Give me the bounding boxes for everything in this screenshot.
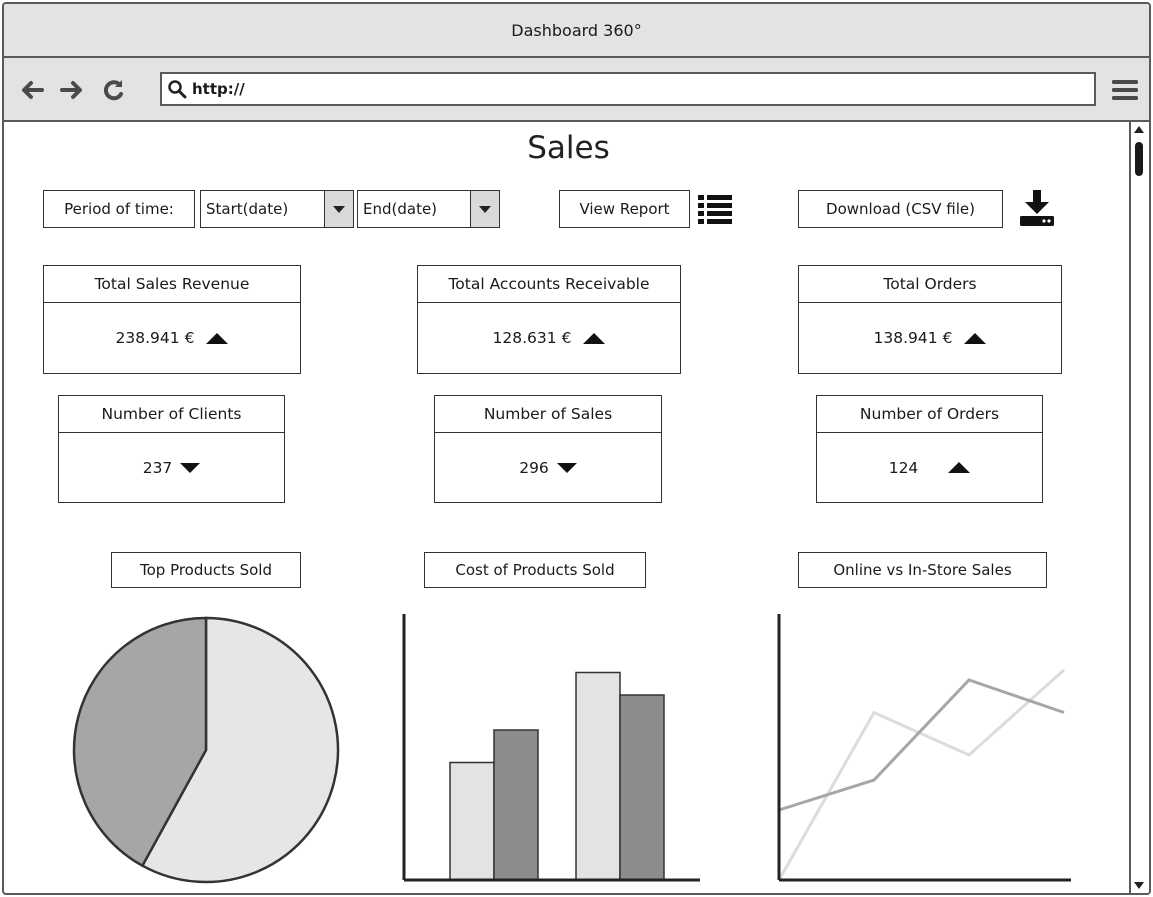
metric-label: Total Sales Revenue — [44, 266, 300, 303]
line-chart-title: Online vs In-Store Sales — [798, 552, 1047, 588]
view-report-button[interactable]: View Report — [559, 190, 690, 228]
view-report-icon-button[interactable] — [696, 192, 734, 226]
trend-down-icon — [556, 462, 577, 473]
trend-up-icon — [948, 462, 971, 473]
arrow-left-icon — [22, 81, 44, 99]
metric-value-row: 238.941 € — [44, 303, 300, 373]
hamburger-menu-icon — [1112, 80, 1138, 100]
bar — [493, 729, 539, 881]
metric-value: 124 — [888, 458, 919, 477]
trend-up-icon — [964, 332, 987, 344]
window-title: Dashboard 360° — [511, 20, 642, 40]
reload-icon — [103, 80, 123, 101]
end-date-select[interactable]: End(date) — [357, 190, 500, 228]
metric-value-row: 138.941 € — [799, 303, 1061, 373]
period-label: Period of time: — [43, 190, 195, 228]
download-icon-button[interactable] — [1016, 188, 1058, 228]
chevron-down-icon — [479, 205, 491, 213]
download-csv-button[interactable]: Download (CSV file) — [798, 190, 1003, 228]
page-title: Sales — [527, 130, 610, 166]
bar-chart-title: Cost of Products Sold — [424, 552, 646, 588]
pie-chart-title: Top Products Sold — [111, 552, 301, 588]
metric-card-total-orders: Total Orders 138.941 € — [798, 265, 1062, 374]
metric-value-row: 128.631 € — [418, 303, 680, 373]
metric-label: Total Accounts Receivable — [418, 266, 680, 303]
metric-card-number-of-clients: Number of Clients 237 — [58, 395, 285, 503]
metric-label: Number of Sales — [435, 396, 661, 433]
start-date-value: Start(date) — [206, 200, 289, 218]
bar-chart — [402, 614, 700, 882]
metric-value-row: 237 — [59, 433, 284, 502]
download-icon — [1020, 190, 1054, 226]
window-titlebar: Dashboard 360° — [4, 4, 1149, 58]
metric-card-number-of-sales: Number of Sales 296 — [434, 395, 662, 503]
list-icon — [698, 195, 732, 224]
arrow-right-icon — [60, 81, 82, 99]
scroll-thumb[interactable] — [1135, 142, 1143, 176]
metric-value: 296 — [519, 458, 549, 477]
bar — [575, 671, 621, 881]
metric-label: Total Orders — [799, 266, 1061, 303]
line-series — [778, 678, 1065, 812]
metric-value: 128.631 € — [492, 329, 572, 347]
trend-up-icon — [583, 332, 606, 344]
scroll-up-arrow-icon[interactable] — [1134, 126, 1144, 133]
start-date-dropdown-arrow[interactable] — [324, 191, 353, 227]
end-date-value: End(date) — [363, 200, 438, 218]
pie-chart — [72, 616, 340, 884]
metric-label: Number of Clients — [59, 396, 284, 433]
trend-down-icon — [180, 462, 201, 473]
bar — [619, 694, 665, 881]
metric-card-number-of-orders: Number of Orders 124 — [816, 395, 1043, 503]
vertical-scrollbar[interactable] — [1129, 122, 1149, 893]
bar — [449, 761, 495, 881]
browser-window: Dashboard 360° http:// Sales Period of t… — [2, 2, 1151, 895]
forward-button[interactable] — [58, 76, 86, 104]
end-date-dropdown-arrow[interactable] — [470, 191, 499, 227]
reload-button[interactable] — [100, 76, 128, 104]
url-input[interactable] — [192, 80, 1072, 98]
metric-value: 138.941 € — [873, 329, 953, 347]
browser-menu-button[interactable] — [1110, 78, 1140, 102]
address-bar[interactable] — [160, 72, 1096, 106]
metric-card-total-accounts-receivable: Total Accounts Receivable 128.631 € — [417, 265, 681, 374]
back-button[interactable] — [18, 76, 46, 104]
start-date-select[interactable]: Start(date) — [200, 190, 354, 228]
metric-value-row: 296 — [435, 433, 661, 502]
metric-value: 238.941 € — [115, 329, 195, 347]
chevron-down-icon — [333, 205, 345, 213]
metric-value-row: 124 — [817, 433, 1042, 502]
search-icon — [162, 74, 192, 104]
metric-value: 237 — [142, 458, 173, 477]
metric-label: Number of Orders — [817, 396, 1042, 433]
metric-card-total-sales-revenue: Total Sales Revenue 238.941 € — [43, 265, 301, 374]
page-content: Sales Period of time: Start(date) End(da… — [4, 122, 1149, 893]
browser-toolbar — [4, 58, 1149, 122]
trend-up-icon — [206, 332, 229, 344]
line-chart — [777, 614, 1071, 882]
line-series — [777, 668, 1066, 881]
scroll-down-arrow-icon[interactable] — [1134, 882, 1144, 889]
